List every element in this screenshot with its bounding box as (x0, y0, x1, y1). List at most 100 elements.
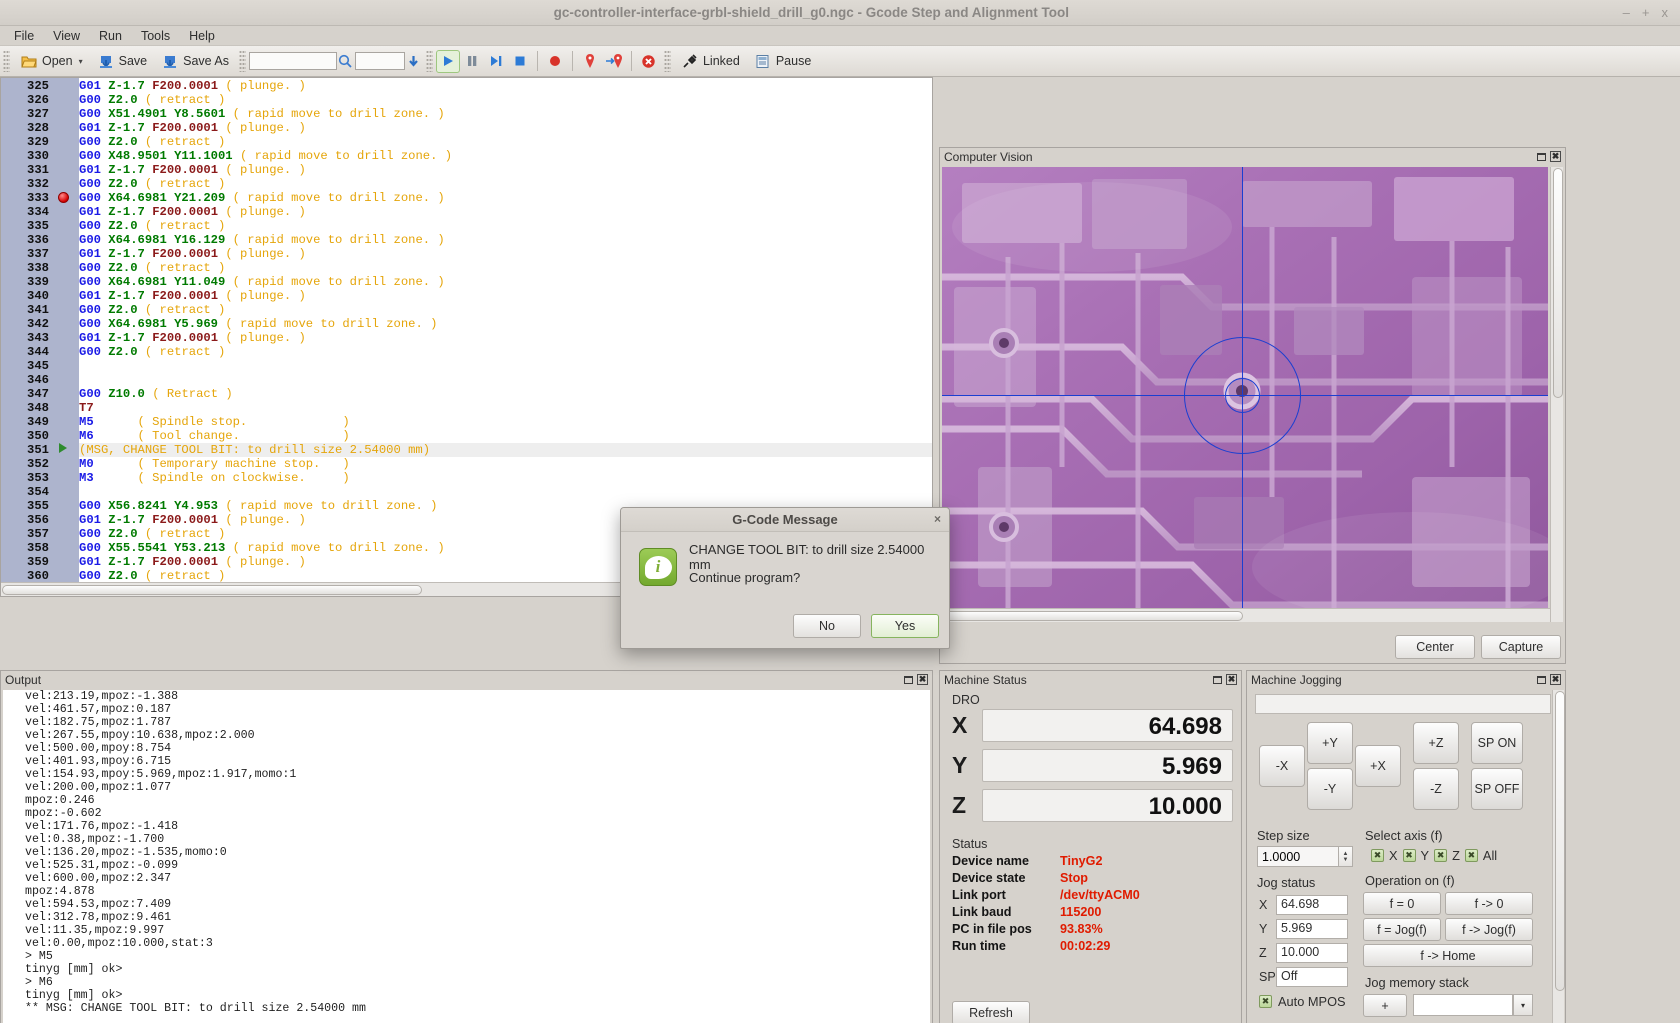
editor-line[interactable]: 326 G00 Z2.0 ( retract ) (1, 93, 932, 107)
axis-all-checkbox[interactable]: ✖ (1464, 849, 1478, 862)
editor-line[interactable]: 351 (MSG, CHANGE TOOL BIT: to drill size … (1, 443, 932, 457)
step-size-stepper[interactable]: ▲ ▼ (1339, 846, 1353, 867)
step-size-input[interactable] (1257, 846, 1339, 867)
op-f-equals-jog-button[interactable]: f = Jog(f) (1363, 918, 1441, 941)
editor-line[interactable]: 341 G00 Z2.0 ( retract ) (1, 303, 932, 317)
cancel-icon[interactable] (637, 50, 661, 73)
toolbar-grip-4[interactable] (663, 50, 671, 72)
menu-file[interactable]: File (6, 28, 42, 44)
editor-line[interactable]: 352 M0 ( Temporary machine stop. ) (1, 457, 932, 471)
editor-line[interactable]: 347 G00 Z10.0 ( Retract ) (1, 387, 932, 401)
menu-view[interactable]: View (45, 28, 88, 44)
step-forward-icon[interactable] (484, 50, 508, 73)
minimize-button[interactable]: – (1623, 5, 1630, 20)
editor-line[interactable]: 327 G00 X51.4901 Y8.5601 ( rapid move to … (1, 107, 932, 121)
close-button[interactable]: x (1662, 5, 1669, 20)
jog-command-input[interactable] (1255, 694, 1551, 714)
editor-line[interactable]: 338 G00 Z2.0 ( retract ) (1, 261, 932, 275)
editor-line[interactable]: 328 G01 Z-1.7 F200.0001 ( plunge. ) (1, 121, 932, 135)
menu-run[interactable]: Run (91, 28, 130, 44)
editor-line[interactable]: 329 G00 Z2.0 ( retract ) (1, 135, 932, 149)
cv-hscroll-thumb[interactable] (943, 611, 1243, 621)
restore-icon[interactable] (903, 674, 914, 685)
jog-memory-add-button[interactable]: + (1363, 994, 1407, 1017)
pause-icon[interactable] (460, 50, 484, 73)
editor-line[interactable]: 346 (1, 373, 932, 387)
op-f-to-zero-button[interactable]: f -> 0 (1445, 892, 1533, 915)
editor-line[interactable]: 339 G00 X64.6981 Y11.049 ( rapid move to … (1, 275, 932, 289)
goto-line-icon[interactable] (405, 52, 423, 70)
close-icon[interactable]: ✖ (917, 674, 928, 685)
output-log[interactable]: vel:213.19,mpoz:-1.388 vel:461.57,mpoz:0.… (3, 690, 930, 1023)
spindle-on-button[interactable]: SP ON (1471, 722, 1523, 764)
pause-button[interactable]: Pause (747, 49, 818, 73)
editor-line[interactable]: 348 T7 (1, 401, 932, 415)
op-f-to-jog-button[interactable]: f -> Jog(f) (1445, 918, 1533, 941)
linked-button[interactable]: Linked (674, 49, 747, 73)
op-f-equals-zero-button[interactable]: f = 0 (1363, 892, 1441, 915)
play-icon[interactable] (435, 49, 460, 73)
breakpoint-icon[interactable] (51, 191, 75, 205)
editor-line[interactable]: 333 G00 X64.6981 Y21.209 ( rapid move to … (1, 191, 932, 205)
editor-line[interactable]: 335 G00 Z2.0 ( retract ) (1, 219, 932, 233)
jog-status-value-z[interactable]: 10.000 (1276, 943, 1348, 963)
editor-line[interactable]: 349 M5 ( Spindle stop. ) (1, 415, 932, 429)
restore-icon[interactable] (1536, 151, 1547, 162)
maximize-button[interactable]: + (1642, 5, 1650, 20)
editor-line[interactable]: 342 G00 X64.6981 Y5.969 ( rapid move to d… (1, 317, 932, 331)
editor-line[interactable]: 337 G01 Z-1.7 F200.0001 ( plunge. ) (1, 247, 932, 261)
jog-minus-x-button[interactable]: -X (1259, 745, 1305, 787)
editor-line[interactable]: 325 G01 Z-1.7 F200.0001 ( plunge. ) (1, 79, 932, 93)
save-button[interactable]: Save (90, 49, 155, 73)
cv-vscrollbar[interactable] (1550, 167, 1563, 622)
restore-icon[interactable] (1536, 674, 1547, 685)
jog-status-value-sp[interactable]: Off (1276, 967, 1348, 987)
editor-line[interactable]: 354 (1, 485, 932, 499)
op-f-to-home-button[interactable]: f -> Home (1363, 944, 1533, 967)
editor-line[interactable]: 353 M3 ( Spindle on clockwise. ) (1, 471, 932, 485)
open-dropdown-caret[interactable]: ▾ (79, 57, 83, 66)
jog-plus-x-button[interactable]: +X (1355, 745, 1401, 787)
toolbar-grip-3[interactable] (425, 50, 433, 72)
save-as-button[interactable]: Save As (154, 49, 236, 73)
jog-memory-combo-input[interactable] (1413, 994, 1513, 1016)
toolbar-grip[interactable] (3, 50, 10, 72)
editor-line[interactable]: 334 G01 Z-1.7 F200.0001 ( plunge. ) (1, 205, 932, 219)
computer-vision-viewport[interactable] (942, 167, 1548, 622)
spindle-off-button[interactable]: SP OFF (1471, 768, 1523, 810)
toolbar-grip-2[interactable] (238, 50, 246, 72)
menu-tools[interactable]: Tools (133, 28, 178, 44)
editor-line[interactable]: 331 G01 Z-1.7 F200.0001 ( plunge. ) (1, 163, 932, 177)
stop-icon[interactable] (508, 50, 532, 73)
goto-line-input[interactable] (354, 52, 405, 70)
dialog-close-icon[interactable]: × (934, 512, 941, 526)
dialog-yes-button[interactable]: Yes (871, 614, 939, 638)
axis-z-checkbox[interactable]: ✖ (1434, 849, 1448, 862)
capture-button[interactable]: Capture (1481, 635, 1561, 659)
editor-hscroll-thumb[interactable] (2, 585, 422, 595)
editor-line[interactable]: 330 G00 X48.9501 Y11.1001 ( rapid move to… (1, 149, 932, 163)
restore-icon[interactable] (1212, 674, 1223, 685)
auto-mpos-row[interactable]: ✖ Auto MPOS (1259, 994, 1346, 1009)
editor-line[interactable]: 340 G01 Z-1.7 F200.0001 ( plunge. ) (1, 289, 932, 303)
editor-line[interactable]: 343 G01 Z-1.7 F200.0001 ( plunge. ) (1, 331, 932, 345)
editor-line[interactable]: 350 M6 ( Tool change. ) (1, 429, 932, 443)
cv-hscrollbar[interactable] (942, 608, 1550, 622)
close-icon[interactable]: ✖ (1550, 674, 1561, 685)
auto-mpos-checkbox[interactable]: ✖ (1259, 995, 1272, 1008)
dialog-no-button[interactable]: No (793, 614, 861, 638)
menu-help[interactable]: Help (181, 28, 223, 44)
editor-line[interactable]: 345 (1, 359, 932, 373)
jog-minus-z-button[interactable]: -Z (1413, 768, 1459, 810)
jog-status-value-x[interactable]: 64.698 (1276, 895, 1348, 915)
open-button[interactable]: Open ▾ (13, 49, 90, 73)
axis-x-checkbox[interactable]: ✖ (1371, 849, 1384, 862)
editor-line[interactable]: 336 G00 X64.6981 Y16.129 ( rapid move to … (1, 233, 932, 247)
cv-vscroll-thumb[interactable] (1553, 168, 1563, 398)
record-icon[interactable] (543, 50, 567, 73)
goto-pin-icon[interactable] (602, 50, 626, 73)
jog-vscroll-thumb[interactable] (1555, 691, 1565, 991)
chevron-down-icon[interactable]: ▾ (1513, 994, 1533, 1016)
center-button[interactable]: Center (1395, 635, 1475, 659)
editor-line[interactable]: 344 G00 Z2.0 ( retract ) (1, 345, 932, 359)
